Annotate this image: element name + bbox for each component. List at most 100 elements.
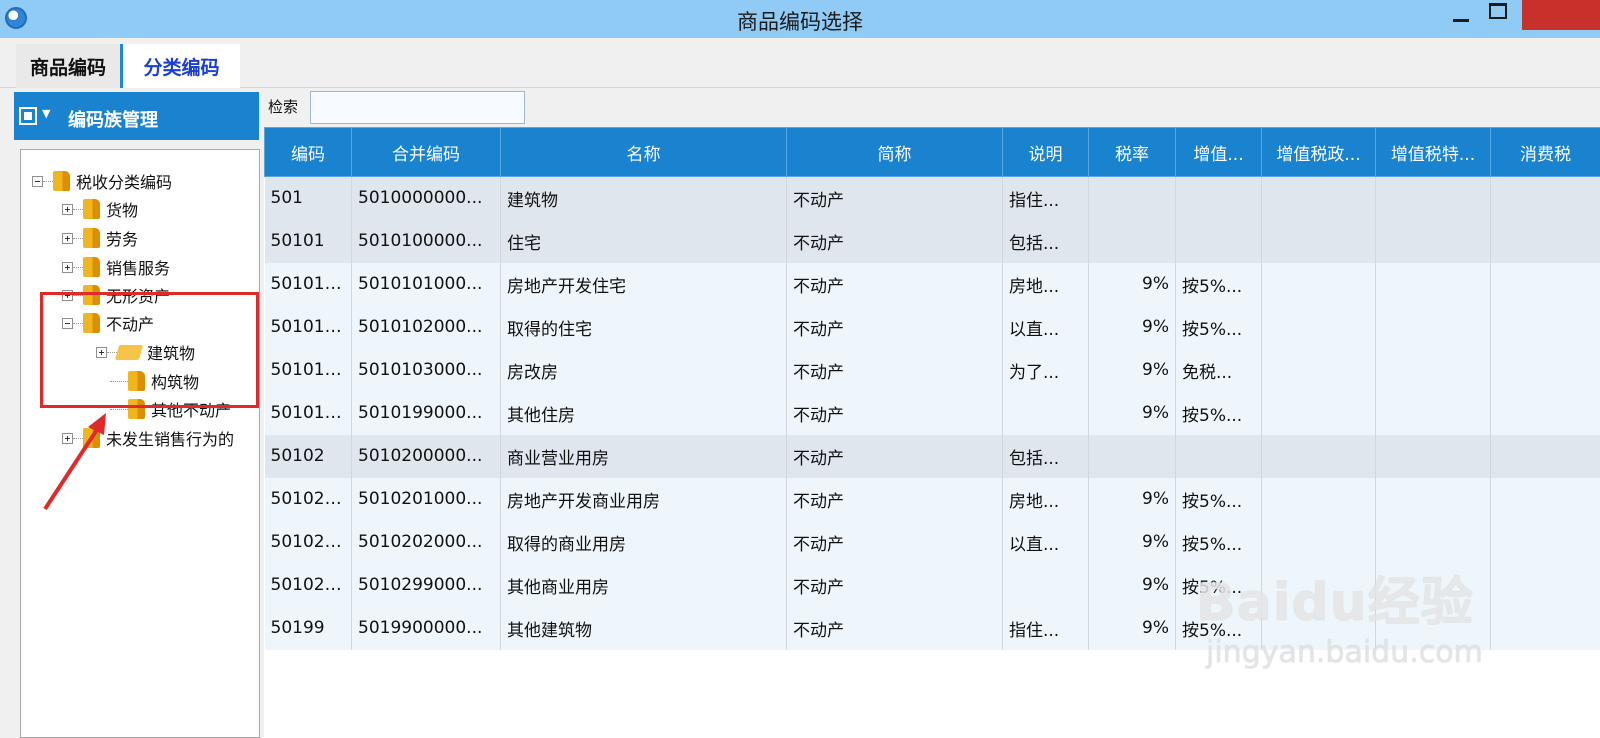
cell-empty	[1375, 477, 1491, 521]
cell-name: 取得的住宅	[500, 305, 787, 349]
cell-merged: 5010000000...	[351, 176, 501, 220]
cell-rate: 9%	[1088, 477, 1176, 521]
expand-icon[interactable]	[62, 232, 73, 244]
cell-desc: 指住...	[1002, 176, 1089, 220]
column-header[interactable]: 增值税政...	[1261, 127, 1376, 177]
cell-short: 不动产	[786, 520, 1003, 564]
cell-code: 5010103	[264, 348, 352, 392]
cell-merged: 5019900000...	[351, 606, 501, 650]
cell-rate: 9%	[1088, 262, 1176, 306]
table-row[interactable]: 50102 5010200000... 商业营业用房 不动产 包括...	[264, 434, 1600, 478]
maximize-button[interactable]	[1489, 3, 1507, 19]
search-input[interactable]	[310, 91, 525, 124]
column-header[interactable]: 名称	[500, 127, 787, 177]
expand-icon[interactable]	[62, 261, 73, 273]
collapse-icon[interactable]	[32, 175, 43, 187]
cell-merged: 5010100000...	[351, 219, 501, 263]
table-row[interactable]: 5010202 5010202000... 取得的商业用房 不动产 以直... 9% 按5%…	[264, 520, 1600, 564]
tree-node-label: 劳务	[106, 230, 139, 249]
red-arrow-annotation	[43, 413, 106, 511]
cell-vat	[1175, 176, 1262, 220]
column-header[interactable]: 税率	[1088, 127, 1176, 177]
cell-short: 不动产	[786, 176, 1003, 220]
cell-code: 5010102	[264, 305, 352, 349]
cell-vat	[1175, 434, 1262, 478]
cell-name: 其他住房	[500, 391, 787, 435]
tab-class-code[interactable]: 分类编码	[120, 44, 240, 88]
cell-name: 建筑物	[500, 176, 787, 220]
tree-node-label: 销售服务	[106, 259, 171, 278]
cell-empty	[1375, 219, 1491, 263]
tree-node-label: 税收分类编码	[76, 173, 173, 192]
tree-node-label: 货物	[106, 201, 139, 220]
cell-desc: 包括...	[1002, 434, 1089, 478]
cell-code: 50199	[264, 606, 352, 650]
cell-code: 501	[264, 176, 352, 220]
cell-short: 不动产	[786, 348, 1003, 392]
cell-vat: 按5%...	[1175, 520, 1262, 564]
column-header[interactable]: 增值...	[1175, 127, 1262, 177]
baidu-watermark: Baidu经验 jingyan.baidu.com	[1196, 560, 1483, 670]
tree-node-labor[interactable]: 劳务	[62, 226, 138, 250]
code-family-management-button[interactable]: ▼ 编码族管理	[14, 92, 259, 140]
cell-code: 5010299	[264, 563, 352, 607]
cell-code: 50101	[264, 219, 352, 263]
table-row[interactable]: 5010103 5010103000... 房改房 不动产 为了... 9% 免税...	[264, 348, 1600, 392]
table-row[interactable]: 501 5010000000... 建筑物 不动产 指住...	[264, 176, 1600, 220]
search-label: 检索	[268, 98, 299, 116]
cell-empty	[1261, 477, 1376, 521]
cell-desc: 以直...	[1002, 305, 1089, 349]
cell-desc: 指住...	[1002, 606, 1089, 650]
cell-empty	[1375, 391, 1491, 435]
code-family-management-label: 编码族管理	[68, 110, 158, 131]
table-row[interactable]: 5010201 5010201000... 房地产开发商业用房 不动产 房地... 9% 按…	[264, 477, 1600, 521]
cell-merged: 5010199000...	[351, 391, 501, 435]
tree-node-sales-services[interactable]: 销售服务	[62, 255, 170, 279]
column-header[interactable]: 说明	[1002, 127, 1089, 177]
cell-code: 5010199	[264, 391, 352, 435]
cell-code: 50102	[264, 434, 352, 478]
cell-merged: 5010202000...	[351, 520, 501, 564]
grid-settings-icon	[19, 107, 37, 125]
table-row[interactable]: 5010101 5010101000... 房地产开发住宅 不动产 房地... 9% 按5%…	[264, 262, 1600, 306]
title-bar: 商品编码选择	[0, 0, 1600, 38]
dropdown-caret-icon: ▼	[42, 107, 51, 120]
table-row[interactable]: 5010199 5010199000... 其他住房 不动产 9% 按5%...	[264, 391, 1600, 435]
cell-empty	[1375, 176, 1491, 220]
table-header-row: 编码 合并编码 名称 简称 说明 税率 增值... 增值税政... 增值税特... 消费税	[264, 127, 1600, 177]
cell-rate	[1088, 176, 1176, 220]
cell-merged: 5010101000...	[351, 262, 501, 306]
cell-empty	[1261, 219, 1376, 263]
minimize-button[interactable]	[1451, 4, 1471, 28]
window-title: 商品编码选择	[737, 10, 863, 34]
column-header[interactable]: 消费税	[1490, 127, 1600, 177]
cell-rate	[1088, 219, 1176, 263]
cell-name: 房地产开发商业用房	[500, 477, 787, 521]
cell-empty	[1490, 348, 1600, 392]
cell-short: 不动产	[786, 563, 1003, 607]
expand-icon[interactable]	[62, 203, 73, 215]
close-button[interactable]	[1522, 0, 1600, 30]
cell-empty	[1261, 176, 1376, 220]
table-row[interactable]: 50101 5010100000... 住宅 不动产 包括...	[264, 219, 1600, 263]
cell-empty	[1261, 305, 1376, 349]
cell-short: 不动产	[786, 606, 1003, 650]
cell-vat: 按5%...	[1175, 262, 1262, 306]
column-header[interactable]: 简称	[786, 127, 1003, 177]
column-header[interactable]: 合并编码	[351, 127, 501, 177]
cell-empty	[1490, 520, 1600, 564]
cell-desc	[1002, 391, 1089, 435]
tree-node-goods[interactable]: 货物	[62, 197, 138, 221]
tree-node-root[interactable]: 税收分类编码	[32, 169, 172, 193]
table-row[interactable]: 5010102 5010102000... 取得的住宅 不动产 以直... 9% 按5%..…	[264, 305, 1600, 349]
cell-merged: 5010299000...	[351, 563, 501, 607]
cell-empty	[1375, 262, 1491, 306]
column-header[interactable]: 增值税特...	[1375, 127, 1491, 177]
cell-desc: 包括...	[1002, 219, 1089, 263]
column-header[interactable]: 编码	[264, 127, 352, 177]
cell-merged: 5010102000...	[351, 305, 501, 349]
folder-icon	[83, 257, 100, 277]
cell-code: 5010101	[264, 262, 352, 306]
tab-goods-code[interactable]: 商品编码	[16, 44, 120, 88]
cell-desc: 房地...	[1002, 477, 1089, 521]
